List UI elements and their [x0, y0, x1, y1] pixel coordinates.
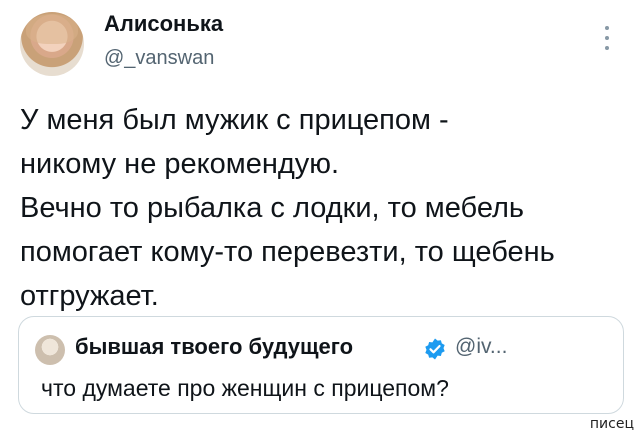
tweet-line: Вечно то рыбалка с лодки, то мебель — [20, 192, 525, 224]
quoted-text: что думаете про женщин с прицепом? — [41, 375, 449, 401]
watermark: писец — [589, 416, 634, 432]
quoted-author-name: бывшая твоего будущего — [75, 334, 354, 359]
verified-badge-icon — [425, 338, 445, 360]
more-vertical-icon[interactable] — [604, 26, 610, 50]
author-handle[interactable]: @_vanswan — [104, 47, 214, 70]
author-avatar[interactable] — [20, 12, 84, 76]
quoted-avatar — [35, 335, 65, 365]
tweet-line: У меня был мужик с прицепом - — [20, 104, 449, 136]
author-name[interactable]: Алисонька — [104, 11, 223, 37]
tweet-text: У меня был мужик с прицепом - никому не … — [20, 98, 620, 318]
tweet-line: помогает кому-то перевезти, то щебень — [20, 236, 555, 268]
tweet-line: никому не рекомендую. — [20, 148, 340, 180]
tweet-line: отгружает. — [20, 280, 159, 312]
quoted-author-handle: @iv... — [455, 335, 508, 358]
quoted-tweet[interactable]: бывшая твоего будущего @iv... что думает… — [18, 316, 624, 414]
